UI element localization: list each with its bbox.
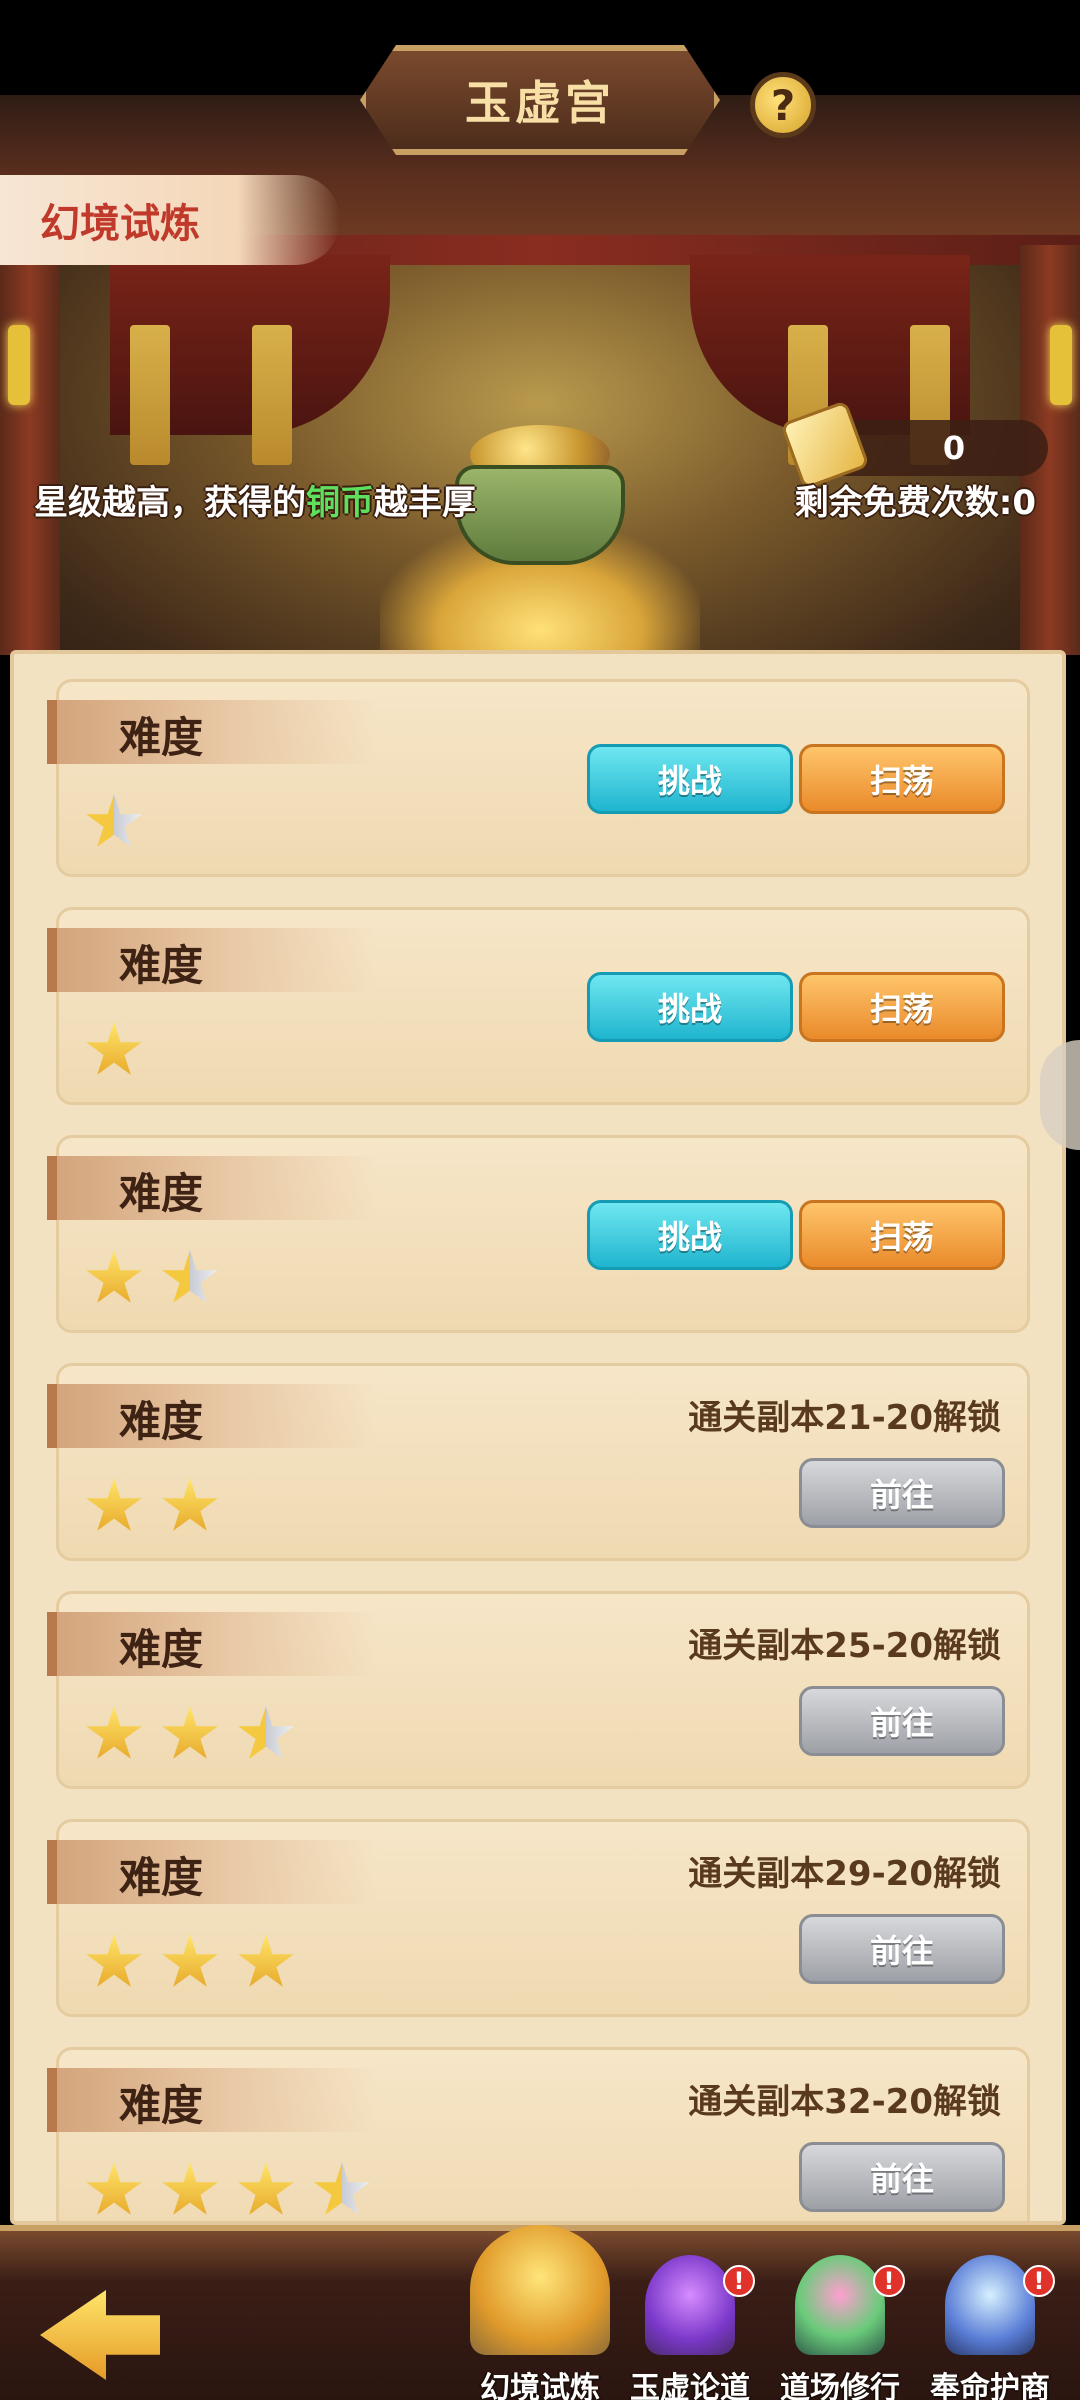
difficulty-row: 难度 通关副本32-20解锁 前往 <box>47 2047 1030 2221</box>
star-icon <box>162 1478 218 1531</box>
sweep-button[interactable]: 扫荡 <box>799 1200 1005 1270</box>
half-star-icon <box>238 1706 294 1759</box>
star-icon <box>162 1706 218 1759</box>
treasure-cauldron <box>455 465 625 565</box>
star-icon <box>162 2162 218 2215</box>
star-rating <box>85 1022 143 1080</box>
difficulty-row: 难度 挑战 扫荡 <box>47 679 1030 877</box>
page-title: 玉虚宫 <box>465 76 615 130</box>
challenge-button[interactable]: 挑战 <box>587 972 793 1042</box>
challenge-button[interactable]: 挑战 <box>587 1200 793 1270</box>
goto-button[interactable]: 前往 <box>799 1458 1005 1528</box>
star-rating <box>85 1478 219 1536</box>
star-rating <box>85 1934 295 1992</box>
sweep-button[interactable]: 扫荡 <box>799 744 1005 814</box>
label-tab <box>47 1156 377 1220</box>
star-icon <box>86 1934 142 1987</box>
purple-crystal-icon <box>645 2255 735 2355</box>
tab-illusion-trial[interactable]: 幻境试炼 <box>465 2225 615 2400</box>
star-icon <box>238 2162 294 2215</box>
difficulty-label: 难度 <box>119 713 204 762</box>
goto-button[interactable]: 前往 <box>799 1686 1005 1756</box>
ticket-count: 0 <box>942 429 966 467</box>
difficulty-label: 难度 <box>119 2081 204 2130</box>
tassel-decoration <box>252 325 292 465</box>
star-rating <box>85 1706 295 1764</box>
star-rating <box>85 2162 371 2220</box>
half-star-icon <box>162 1250 218 1303</box>
lantern-icon <box>8 325 30 405</box>
label-tab <box>47 1840 377 1904</box>
hint-accent: 铜币 <box>306 483 374 523</box>
star-icon <box>86 1706 142 1759</box>
star-icon <box>86 1478 142 1531</box>
difficulty-label: 难度 <box>119 1169 204 1218</box>
label-tab <box>47 1384 377 1448</box>
star-icon <box>238 1934 294 1987</box>
unlock-requirement: 通关副本29-20解锁 <box>688 1854 1001 1894</box>
goto-button[interactable]: 前往 <box>799 1914 1005 1984</box>
difficulty-label: 难度 <box>119 941 204 990</box>
tab-label: 玉虚论道 <box>630 2371 750 2400</box>
difficulty-row: 难度 通关副本21-20解锁 前往 <box>47 1363 1030 1561</box>
tab-label: 幻境试炼 <box>480 2371 600 2400</box>
difficulty-row: 难度 挑战 扫荡 <box>47 1135 1030 1333</box>
mode-banner: 幻境试炼 <box>0 175 340 265</box>
hint-prefix: 星级越高，获得的 <box>34 483 306 523</box>
sweep-button[interactable]: 扫荡 <box>799 972 1005 1042</box>
blue-crystal-icon <box>945 2255 1035 2355</box>
hint-suffix: 越丰厚 <box>374 483 476 523</box>
difficulty-row: 难度 挑战 扫荡 <box>47 907 1030 1105</box>
tab-escort-merchant[interactable]: ! 奉命护商 <box>915 2255 1065 2400</box>
challenge-button[interactable]: 挑战 <box>587 744 793 814</box>
tassel-decoration <box>130 325 170 465</box>
orange-crystal-icon <box>470 2225 610 2355</box>
goto-button[interactable]: 前往 <box>799 2142 1005 2212</box>
star-rating <box>85 1250 219 1308</box>
half-star-icon <box>314 2162 370 2215</box>
difficulty-label: 难度 <box>119 1853 204 1902</box>
difficulty-row: 难度 通关副本25-20解锁 前往 <box>47 1591 1030 1789</box>
back-arrow-icon[interactable] <box>40 2290 160 2380</box>
star-rating <box>85 794 143 852</box>
star-icon <box>86 2162 142 2215</box>
title-plaque: 玉虚宫 <box>360 45 720 155</box>
difficulty-label: 难度 <box>119 1625 204 1674</box>
unlock-requirement: 通关副本25-20解锁 <box>688 1626 1001 1666</box>
tab-yuxu-debate[interactable]: ! 玉虚论道 <box>615 2255 765 2400</box>
label-tab <box>47 2068 377 2132</box>
star-icon <box>86 1250 142 1303</box>
green-crystal-icon <box>795 2255 885 2355</box>
unlock-requirement: 通关副本32-20解锁 <box>688 2082 1001 2122</box>
free-attempts-count: 剩余免费次数:0 <box>794 483 1036 523</box>
lantern-icon <box>1050 325 1072 405</box>
tab-label: 奉命护商 <box>930 2371 1050 2400</box>
unlock-requirement: 通关副本21-20解锁 <box>688 1398 1001 1438</box>
help-button[interactable]: ? <box>750 72 816 138</box>
alert-badge: ! <box>1023 2265 1055 2297</box>
difficulty-row: 难度 通关副本29-20解锁 前往 <box>47 1819 1030 2017</box>
difficulty-list[interactable]: 难度 挑战 扫荡 难度 挑战 扫荡 难度 挑战 扫荡 难度 通关副本21-20解… <box>10 650 1066 2225</box>
alert-badge: ! <box>723 2265 755 2297</box>
tab-dojo-training[interactable]: ! 道场修行 <box>765 2255 915 2400</box>
star-icon <box>86 1022 142 1075</box>
label-tab <box>47 928 377 992</box>
left-pillar <box>0 245 60 655</box>
difficulty-label: 难度 <box>119 1397 204 1446</box>
star-icon <box>162 1934 218 1987</box>
tab-label: 道场修行 <box>780 2371 900 2400</box>
reward-hint: 星级越高，获得的铜币越丰厚 <box>34 475 476 524</box>
label-tab <box>47 700 377 764</box>
label-tab <box>47 1612 377 1676</box>
alert-badge: ! <box>873 2265 905 2297</box>
mode-title: 幻境试炼 <box>40 201 200 247</box>
half-star-icon <box>86 794 142 847</box>
